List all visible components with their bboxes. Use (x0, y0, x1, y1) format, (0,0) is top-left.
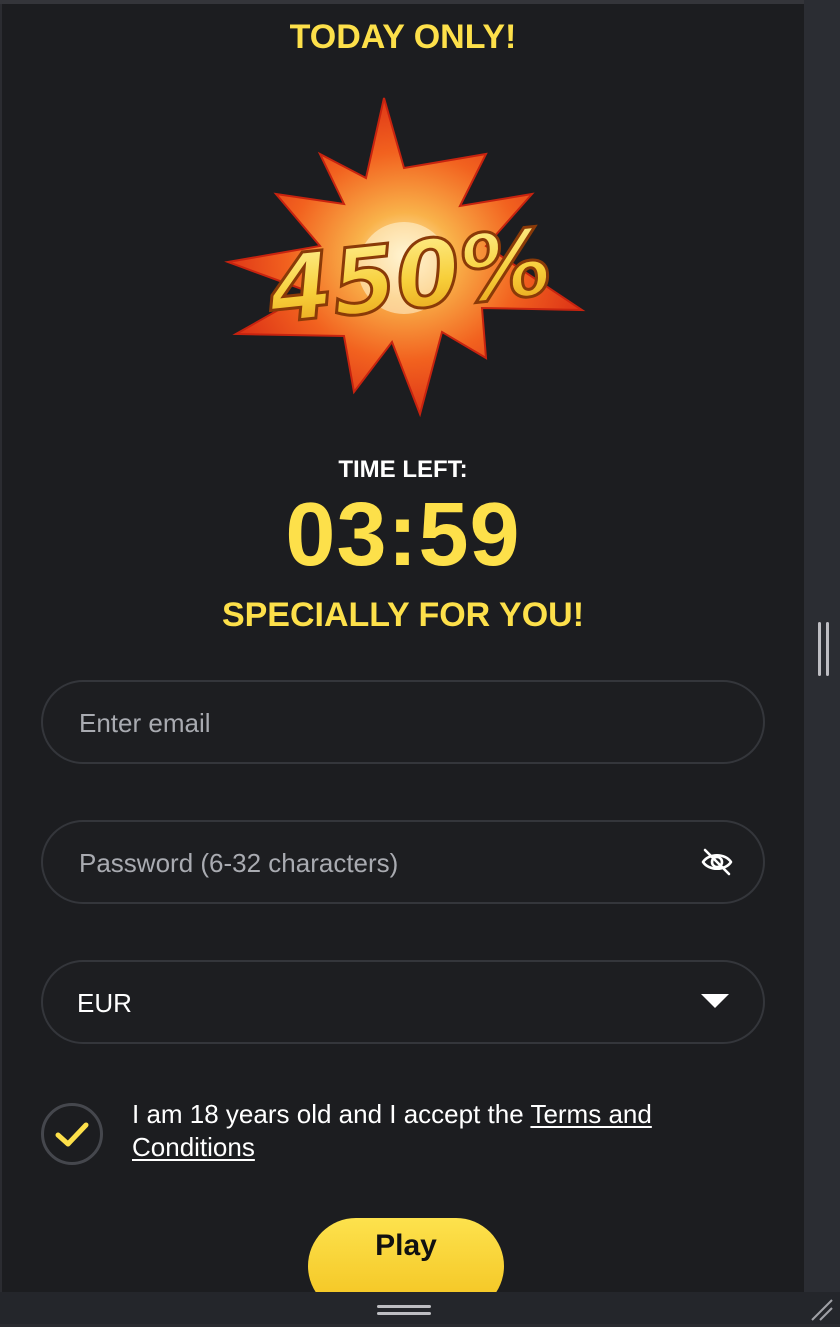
currency-selected-value: EUR (77, 988, 132, 1018)
resize-corner-icon[interactable] (808, 1296, 836, 1322)
browser-frame: TODAY ONLY! 450% TIME LEFT: 03:59 SPECIA… (0, 0, 840, 1324)
checkmark-icon (55, 1122, 89, 1147)
bonus-burst-graphic: 450% (224, 96, 586, 422)
password-field[interactable] (41, 820, 765, 904)
timer-label: TIME LEFT: (338, 456, 468, 483)
starburst-icon: 450% (224, 97, 586, 418)
specially-for-you-headline: SPECIALLY FOR YOU! (221, 596, 585, 634)
vertical-resize-handle[interactable] (818, 622, 830, 676)
today-only-headline: TODAY ONLY! (289, 18, 517, 56)
age-consent-checkbox[interactable] (41, 1103, 103, 1165)
play-button[interactable]: Play (308, 1218, 504, 1292)
eye-slash-icon[interactable] (701, 848, 733, 876)
currency-select[interactable]: EUR (41, 960, 765, 1044)
email-input[interactable] (77, 682, 681, 764)
promo-panel: TODAY ONLY! 450% TIME LEFT: 03:59 SPECIA… (2, 4, 804, 1292)
password-input[interactable] (77, 822, 681, 904)
chevron-down-icon (701, 994, 729, 1008)
consent-text: I am 18 years old and I accept the (132, 1099, 531, 1129)
age-consent-label: I am 18 years old and I accept the Terms… (132, 1098, 752, 1164)
email-field[interactable] (41, 680, 765, 764)
countdown-timer: 03:59 (285, 485, 521, 585)
horizontal-resize-handle[interactable] (377, 1305, 431, 1315)
